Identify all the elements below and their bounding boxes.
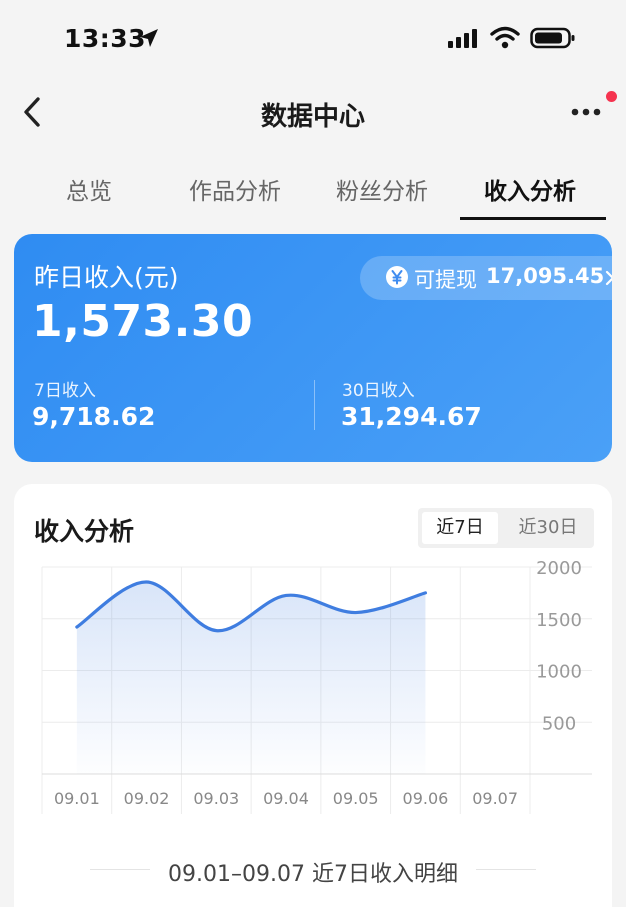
seven-day-income-label: 7日收入 — [34, 381, 96, 401]
analysis-title: 收入分析 — [34, 517, 135, 546]
tab-works-analysis[interactable]: 作品分析 — [189, 172, 281, 206]
card-divider — [314, 380, 315, 430]
location-arrow-icon — [140, 29, 158, 47]
wifi-icon — [490, 26, 520, 49]
notification-dot — [606, 91, 617, 102]
yesterday-income-label: 昨日收入(元) — [34, 263, 179, 292]
cellular-signal-icon — [448, 29, 477, 48]
tab-bar: 总览 作品分析 粉丝分析 收入分析 — [0, 162, 626, 222]
active-tab-indicator — [460, 217, 606, 220]
status-bar: 13:33 — [0, 0, 626, 78]
range-30-days-button[interactable]: 近30日 — [506, 512, 590, 544]
thirty-day-income-label: 30日收入 — [342, 381, 415, 401]
more-options-icon[interactable] — [568, 100, 608, 124]
page-title: 数据中心 — [260, 102, 365, 132]
range-7-days-button[interactable]: 近7日 — [422, 512, 498, 544]
withdrawable-button[interactable]: 可提现 17,095.45 — [360, 256, 612, 300]
tab-fans-analysis[interactable]: 粉丝分析 — [336, 172, 428, 206]
withdrawable-label: 可提现 — [414, 268, 477, 292]
detail-divider-right — [476, 869, 536, 870]
tab-overview[interactable]: 总览 — [66, 172, 112, 206]
battery-icon — [530, 27, 575, 49]
income-analysis-card: 收入分析 近7日 近30日 — [14, 484, 612, 907]
thirty-day-income-value: 31,294.67 — [341, 402, 482, 431]
yesterday-income-value: 1,573.30 — [32, 296, 254, 347]
yen-icon — [386, 266, 408, 288]
seven-day-income-value: 9,718.62 — [32, 402, 156, 431]
range-toggle: 近7日 近30日 — [418, 508, 594, 548]
income-summary-card: 昨日收入(元) 1,573.30 可提现 17,095.45 7日收入 9,71… — [14, 234, 612, 462]
withdrawable-value: 17,095.45 — [486, 264, 605, 288]
status-time: 13:33 — [64, 24, 147, 53]
tab-income-analysis[interactable]: 收入分析 — [484, 172, 576, 206]
nav-bar: 数据中心 — [0, 78, 626, 150]
income-detail-heading: 09.01–09.07 近7日收入明细 — [168, 862, 458, 887]
chevron-right-icon — [605, 270, 612, 286]
